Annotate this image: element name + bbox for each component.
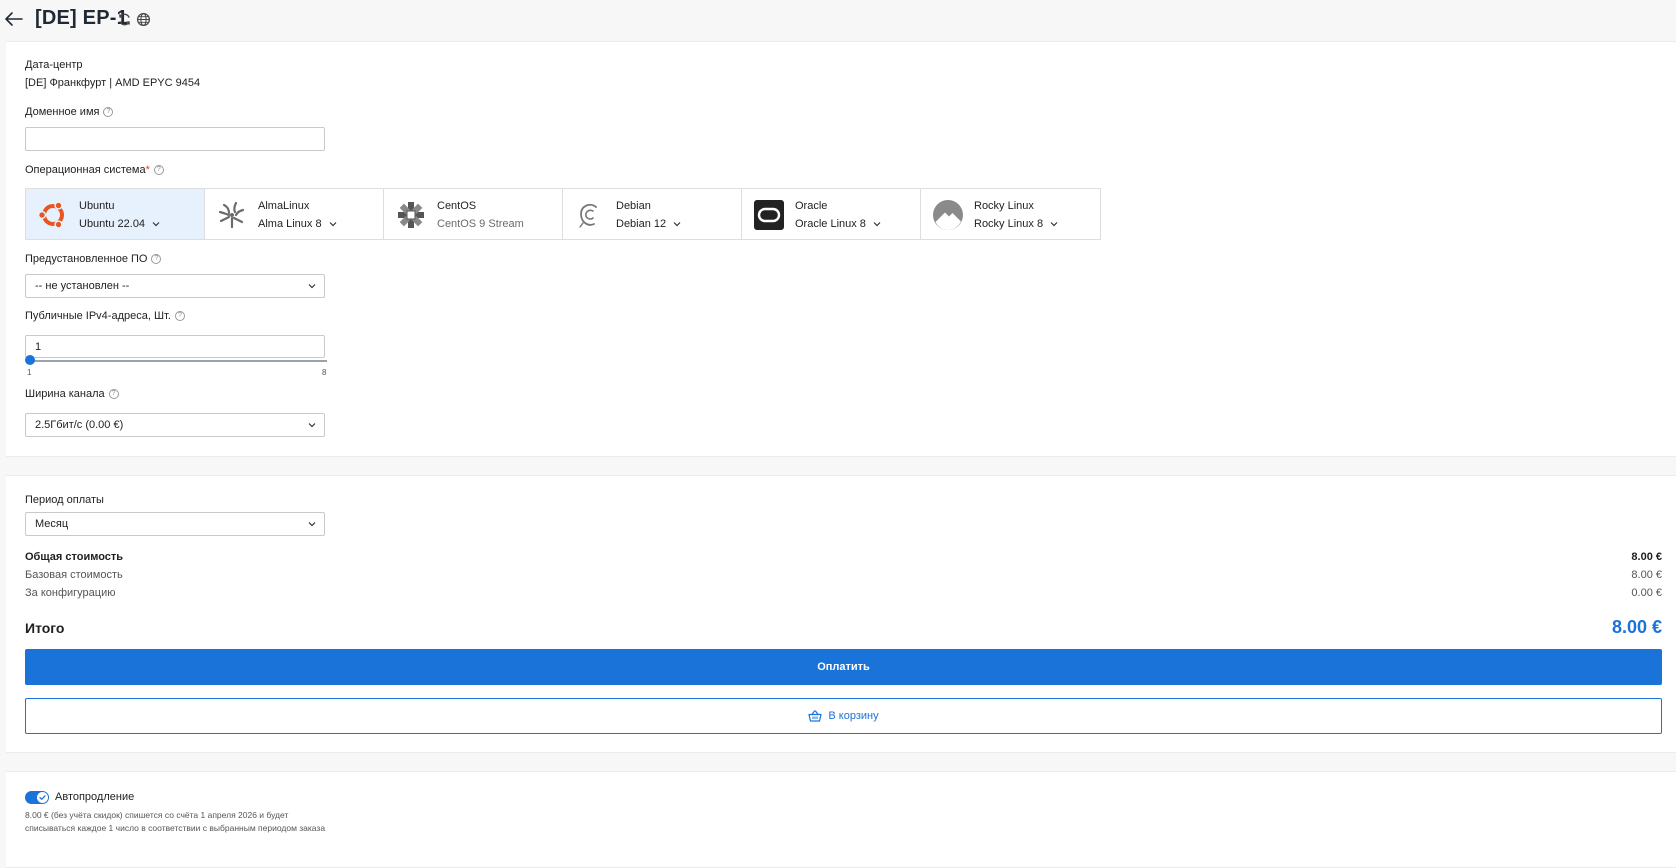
autorenew-toggle[interactable] xyxy=(25,791,49,804)
datacenter-value: [DE] Франкфурт | AMD EPYC 9454 xyxy=(25,77,201,89)
os-label-text: Операционная система xyxy=(25,164,146,176)
total-cost-value: 8.00 € xyxy=(1631,551,1662,563)
os-version-label: CentOS 9 Stream xyxy=(437,218,524,230)
total-cost-row: Общая стоимость 8.00 € xyxy=(25,551,1662,563)
pay-button[interactable]: Оплатить xyxy=(25,649,1662,685)
autorenew-description: 8.00 € (без учёта скидок) спишется со сч… xyxy=(25,810,326,833)
chevron-down-icon xyxy=(873,222,881,227)
almalinux-logo-icon xyxy=(218,201,245,229)
period-select[interactable]: Месяц xyxy=(25,512,325,536)
ipv4-label: Публичные IPv4-адреса, Шт.? xyxy=(25,310,185,322)
chevron-down-icon xyxy=(308,522,316,527)
config-cost-value: 0.00 € xyxy=(1631,587,1662,599)
chevron-down-icon xyxy=(1050,222,1058,227)
software-select-value: -- не установлен -- xyxy=(35,280,130,292)
chevron-down-icon xyxy=(308,423,316,428)
configuration-card: Дата-центр [DE] Франкфурт | AMD EPYC 945… xyxy=(6,41,1676,457)
chevron-down-icon xyxy=(152,222,160,227)
bandwidth-label: Ширина канала? xyxy=(25,388,119,400)
os-version-select[interactable]: Ubuntu 22.04 xyxy=(79,218,160,230)
help-icon[interactable]: ? xyxy=(153,165,164,176)
os-option-oracle[interactable]: Oracle Oracle Linux 8 xyxy=(742,189,921,239)
datacenter-label: Дата-центр xyxy=(25,59,83,71)
os-name: Oracle xyxy=(795,200,828,212)
ipv4-slider-thumb[interactable] xyxy=(25,355,35,365)
base-cost-value: 8.00 € xyxy=(1631,569,1662,581)
os-name: Ubuntu xyxy=(79,200,115,212)
ipv4-slider-max: 8 xyxy=(322,368,327,377)
autorenew-card: Автопродление 8.00 € (без учёта скидок) … xyxy=(6,771,1676,868)
config-cost-row: За конфигурацию 0.00 € xyxy=(25,587,1662,599)
help-icon[interactable]: ? xyxy=(174,311,185,322)
software-label: Предустановленное ПО? xyxy=(25,253,162,265)
os-option-debian[interactable]: Debian Debian 12 xyxy=(563,189,742,239)
base-cost-label: Базовая стоимость xyxy=(25,569,123,581)
bandwidth-label-text: Ширина канала xyxy=(25,388,105,400)
os-selector: Ubuntu Ubuntu 22.04 AlmaLinux Alma Linux… xyxy=(25,188,1101,240)
os-option-centos[interactable]: CentOS CentOS 9 Stream xyxy=(384,189,563,239)
ipv4-slider-min: 1 xyxy=(27,368,32,377)
grand-total-label: Итого xyxy=(25,620,65,636)
oracle-logo-icon xyxy=(754,200,784,230)
back-arrow-icon[interactable] xyxy=(4,10,24,28)
software-label-text: Предустановленное ПО xyxy=(25,253,148,265)
os-option-rocky-linux[interactable]: Rocky Linux Rocky Linux 8 xyxy=(921,189,1100,239)
autorenew-label: Автопродление xyxy=(55,791,135,803)
domain-label-text: Доменное имя xyxy=(25,106,100,118)
os-version-select[interactable]: Alma Linux 8 xyxy=(258,218,337,230)
grand-total-value: 8.00 € xyxy=(1611,617,1662,637)
chevron-down-icon xyxy=(673,222,681,227)
chevron-down-icon xyxy=(329,222,337,227)
os-version: CentOS 9 Stream xyxy=(437,218,524,230)
os-label: Операционная система*? xyxy=(25,164,164,176)
required-mark: * xyxy=(145,164,150,176)
os-version-select[interactable]: Debian 12 xyxy=(616,218,681,230)
os-name: Rocky Linux xyxy=(974,200,1034,212)
os-version: Ubuntu 22.04 xyxy=(79,218,146,230)
page-header: [DE] EP-1 xyxy=(0,0,1676,40)
os-option-almalinux[interactable]: AlmaLinux Alma Linux 8 xyxy=(205,189,384,239)
period-select-value: Месяц xyxy=(35,518,69,530)
ubuntu-logo-icon xyxy=(37,201,64,229)
os-version: Alma Linux 8 xyxy=(258,218,322,230)
add-to-cart-label: В корзину xyxy=(828,710,879,722)
total-cost-label: Общая стоимость xyxy=(25,551,124,563)
globe-icon[interactable] xyxy=(136,12,151,27)
bandwidth-select[interactable]: 2.5Гбит/с (0.00 €) xyxy=(25,413,325,437)
refresh-icon[interactable] xyxy=(117,12,132,27)
software-select[interactable]: -- не установлен -- xyxy=(25,274,325,298)
domain-label: Доменное имя? xyxy=(25,106,114,118)
check-icon xyxy=(39,795,46,800)
bandwidth-select-value: 2.5Гбит/с (0.00 €) xyxy=(35,419,124,431)
toggle-knob xyxy=(37,792,48,803)
page-title: [DE] EP-1 xyxy=(35,7,128,29)
domain-input[interactable] xyxy=(25,127,325,151)
os-version: Rocky Linux 8 xyxy=(974,218,1044,230)
os-version-select[interactable]: Oracle Linux 8 xyxy=(795,218,881,230)
billing-card: Период оплаты Месяц Общая стоимость 8.00… xyxy=(6,475,1676,753)
ipv4-slider-track[interactable] xyxy=(30,360,327,362)
centos-logo-icon xyxy=(398,202,424,228)
basket-icon xyxy=(808,710,822,722)
base-cost-row: Базовая стоимость 8.00 € xyxy=(25,569,1662,581)
os-version: Oracle Linux 8 xyxy=(795,218,866,230)
chevron-down-icon xyxy=(308,284,316,289)
rocky-linux-logo-icon xyxy=(933,200,963,230)
period-label: Период оплаты xyxy=(25,494,104,506)
os-option-ubuntu[interactable]: Ubuntu Ubuntu 22.04 xyxy=(26,189,205,239)
os-name: Debian xyxy=(616,200,651,212)
config-cost-label: За конфигурацию xyxy=(25,587,116,599)
help-icon[interactable]: ? xyxy=(103,107,114,118)
os-version-select[interactable]: Rocky Linux 8 xyxy=(974,218,1058,230)
add-to-cart-button[interactable]: В корзину xyxy=(25,698,1662,734)
help-icon[interactable]: ? xyxy=(108,389,119,400)
os-name: AlmaLinux xyxy=(258,200,310,212)
os-version: Debian 12 xyxy=(616,218,667,230)
help-icon[interactable]: ? xyxy=(151,254,162,265)
debian-logo-icon xyxy=(579,203,597,228)
os-name: CentOS xyxy=(437,200,477,212)
ipv4-count-input[interactable]: 1 xyxy=(25,335,325,358)
ipv4-label-text: Публичные IPv4-адреса, Шт. xyxy=(25,310,171,322)
